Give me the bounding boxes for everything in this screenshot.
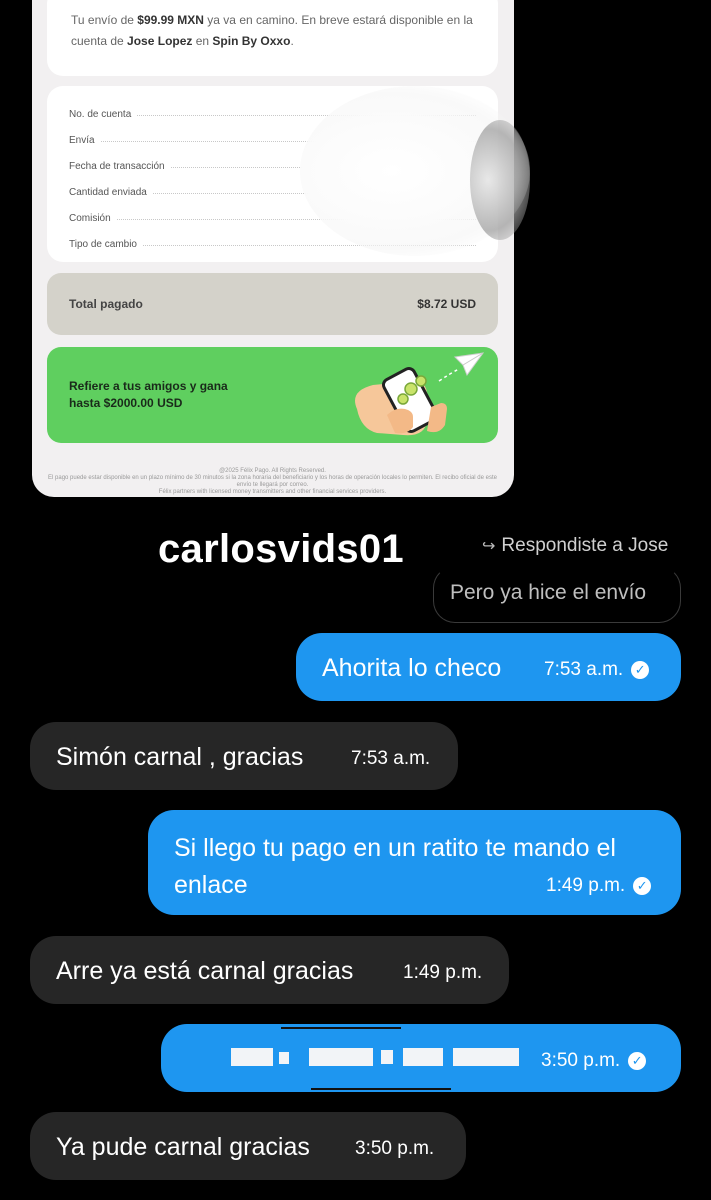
receipt-intro-panel: Tu envío de $99.99 MXN ya va en camino. … — [47, 0, 498, 76]
message-time: 1:49 p.m. ✓ — [546, 875, 652, 897]
incoming-message[interactable]: Arre ya está carnal gracias 1:49 p.m. — [30, 936, 509, 1004]
read-check-icon: ✓ — [631, 660, 650, 679]
message-text: Simón carnal , gracias — [56, 743, 304, 771]
message-text: Ya pude carnal gracias — [56, 1133, 310, 1161]
total-value: $8.72 USD — [417, 297, 476, 311]
receipt-intro-text: Tu envío de $99.99 MXN ya va en camino. … — [71, 10, 481, 52]
read-check-icon: ✓ — [633, 876, 652, 895]
redaction-line — [281, 1027, 401, 1029]
provider-name: Spin By Oxxo — [212, 34, 291, 48]
footer-disclaimer: El pago puede estar disponible en un pla… — [48, 475, 497, 488]
quoted-message-text: Pero ya hice el envío — [450, 581, 647, 604]
reply-arrow-icon: ↪ — [482, 538, 496, 555]
reply-indicator: ↪ Respondiste a Jose — [482, 535, 668, 557]
outgoing-message-redacted[interactable]: 3:50 p.m. ✓ — [161, 1024, 681, 1092]
redaction-block — [453, 1048, 519, 1066]
footer-partners: Félix partners with licensed money trans… — [158, 489, 387, 495]
footer-copyright: @2025 Félix Pago. All Rights Reserved. — [219, 468, 326, 474]
message-time: 7:53 a.m. — [351, 748, 431, 769]
detail-label: No. de cuenta — [69, 109, 132, 120]
redaction-block — [309, 1048, 373, 1066]
total-label: Total pagado — [69, 297, 143, 311]
message-time: 1:49 p.m. — [403, 962, 483, 983]
intro-end: . — [290, 34, 294, 48]
detail-label: Envía — [69, 135, 95, 146]
phone-in-hand-illustration — [355, 352, 485, 436]
quoted-message[interactable]: Pero ya hice el envío — [433, 566, 681, 623]
redaction-block — [403, 1048, 443, 1066]
overlay-username: carlosvids01 — [158, 527, 404, 571]
message-text: Arre ya está carnal gracias — [56, 957, 354, 985]
message-time: 7:53 a.m. ✓ — [544, 659, 650, 681]
detail-label: Tipo de cambio — [69, 239, 137, 250]
promo-line-2: hasta $2000.00 USD — [69, 396, 183, 410]
message-time: 3:50 p.m. — [355, 1138, 435, 1159]
promo-line-1: Refiere a tus amigos y gana — [69, 379, 228, 393]
intro-en: en — [192, 34, 213, 48]
message-text: Ahorita lo checo — [322, 654, 502, 682]
sent-amount: $99.99 MXN — [137, 13, 204, 27]
referral-promo-banner[interactable]: Refiere a tus amigos y gana hasta $2000.… — [47, 347, 498, 443]
redaction-block — [381, 1050, 393, 1064]
message-time: 3:50 p.m. ✓ — [541, 1050, 647, 1072]
total-paid-panel: Total pagado $8.72 USD — [47, 273, 498, 335]
outgoing-message[interactable]: Si llego tu pago en un ratito te mando e… — [148, 810, 681, 915]
incoming-message[interactable]: Simón carnal , gracias 7:53 a.m. — [30, 722, 458, 790]
detail-label: Fecha de transacción — [69, 161, 165, 172]
redaction-block — [279, 1052, 289, 1064]
redaction-line — [311, 1088, 451, 1090]
receipt-footer: @2025 Félix Pago. All Rights Reserved. E… — [47, 468, 498, 496]
detail-label: Comisión — [69, 213, 111, 224]
recipient-name: Jose Lopez — [127, 34, 193, 48]
redaction-block — [231, 1048, 273, 1066]
privacy-blur-shadow — [470, 120, 530, 240]
outgoing-message[interactable]: Ahorita lo checo 7:53 a.m. ✓ — [296, 633, 681, 701]
detail-label: Cantidad enviada — [69, 187, 147, 198]
reply-hint-text: Respondiste a Jose — [501, 535, 669, 556]
incoming-message[interactable]: Ya pude carnal gracias 3:50 p.m. — [30, 1112, 466, 1180]
read-check-icon: ✓ — [628, 1051, 647, 1070]
intro-prefix: Tu envío de — [71, 13, 138, 27]
promo-text: Refiere a tus amigos y gana hasta $2000.… — [69, 378, 269, 412]
